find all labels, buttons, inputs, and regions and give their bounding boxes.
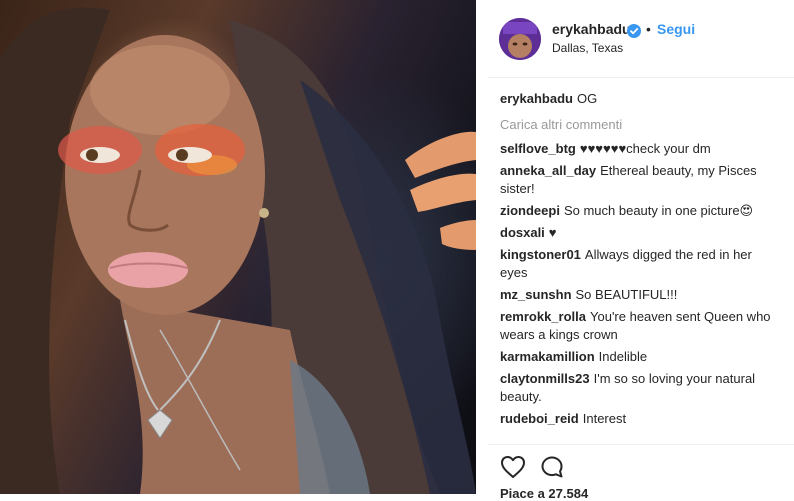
load-more-comments-button[interactable]: Carica altri commenti bbox=[500, 116, 780, 134]
comment-username[interactable]: anneka_all_day bbox=[500, 163, 596, 178]
header-divider bbox=[488, 77, 794, 78]
comment-item: anneka_all_day Ethereal beauty, my Pisces… bbox=[500, 162, 780, 198]
post-username[interactable]: erykahbadu bbox=[552, 21, 631, 37]
verified-badge-icon bbox=[627, 24, 641, 38]
comment-username[interactable]: mz_sunshn bbox=[500, 287, 572, 302]
avatar[interactable] bbox=[499, 18, 541, 60]
comment-item: selflove_btg ♥♥♥♥♥♥check your dm bbox=[500, 140, 780, 158]
comment-username[interactable]: rudeboi_reid bbox=[500, 411, 579, 426]
comment-username[interactable]: remrokk_rolla bbox=[500, 309, 586, 324]
comment-text: So much beauty in one picture😍 bbox=[563, 203, 754, 218]
avatar-image bbox=[499, 18, 541, 60]
caption-username[interactable]: erykahbadu bbox=[500, 91, 573, 106]
post-location[interactable]: Dallas, Texas bbox=[552, 41, 623, 55]
comment-username[interactable]: claytonmills23 bbox=[500, 371, 590, 386]
portrait-illustration bbox=[0, 7, 476, 494]
comments-list[interactable]: erykahbadu OG Carica altri commenti selfl… bbox=[500, 90, 780, 442]
comment-text: Indelible bbox=[598, 349, 648, 364]
post-header: erykahbadu • Segui Dallas, Texas bbox=[476, 0, 794, 78]
instagram-post: erykahbadu • Segui Dallas, Texas erykahb… bbox=[0, 0, 794, 501]
post-sidebar: erykahbadu • Segui Dallas, Texas erykahb… bbox=[476, 0, 794, 501]
comment-username[interactable]: ziondeepi bbox=[500, 203, 560, 218]
follow-button[interactable]: Segui bbox=[657, 21, 695, 37]
comment-item: kingstoner01 Allways digged the red in he… bbox=[500, 246, 780, 282]
comment-item: ziondeepi So much beauty in one picture😍 bbox=[500, 202, 780, 220]
comment-bubble-icon[interactable] bbox=[540, 455, 564, 479]
post-caption: erykahbadu OG bbox=[500, 90, 780, 108]
lips bbox=[108, 252, 188, 288]
comment-username[interactable]: karmakamillion bbox=[500, 349, 595, 364]
eye-right bbox=[168, 147, 212, 163]
comment-item: remrokk_rolla You're heaven sent Queen wh… bbox=[500, 308, 780, 344]
heart-icon[interactable] bbox=[500, 455, 526, 479]
caption-text: OG bbox=[576, 91, 598, 106]
post-photo[interactable] bbox=[0, 0, 476, 494]
hand bbox=[405, 131, 476, 178]
comment-username[interactable]: dosxali bbox=[500, 225, 545, 240]
comment-item: claytonmills23 I'm so so loving your natu… bbox=[500, 370, 780, 406]
comment-username[interactable]: kingstoner01 bbox=[500, 247, 581, 262]
comment-item: rudeboi_reid Interest bbox=[500, 410, 780, 428]
comment-item: mz_sunshn So BEAUTIFUL!!! bbox=[500, 286, 780, 304]
comment-text: ♥ bbox=[548, 225, 557, 240]
comment-text: ♥♥♥♥♥♥check your dm bbox=[579, 141, 711, 156]
comment-username[interactable]: selflove_btg bbox=[500, 141, 576, 156]
actions-divider bbox=[488, 444, 794, 445]
separator-dot: • bbox=[646, 21, 651, 37]
comment-item: dosxali ♥ bbox=[500, 224, 780, 242]
comment-text: Interest bbox=[582, 411, 627, 426]
comment-item: karmakamillion Indelible bbox=[500, 348, 780, 366]
comment-text: So BEAUTIFUL!!! bbox=[575, 287, 678, 302]
